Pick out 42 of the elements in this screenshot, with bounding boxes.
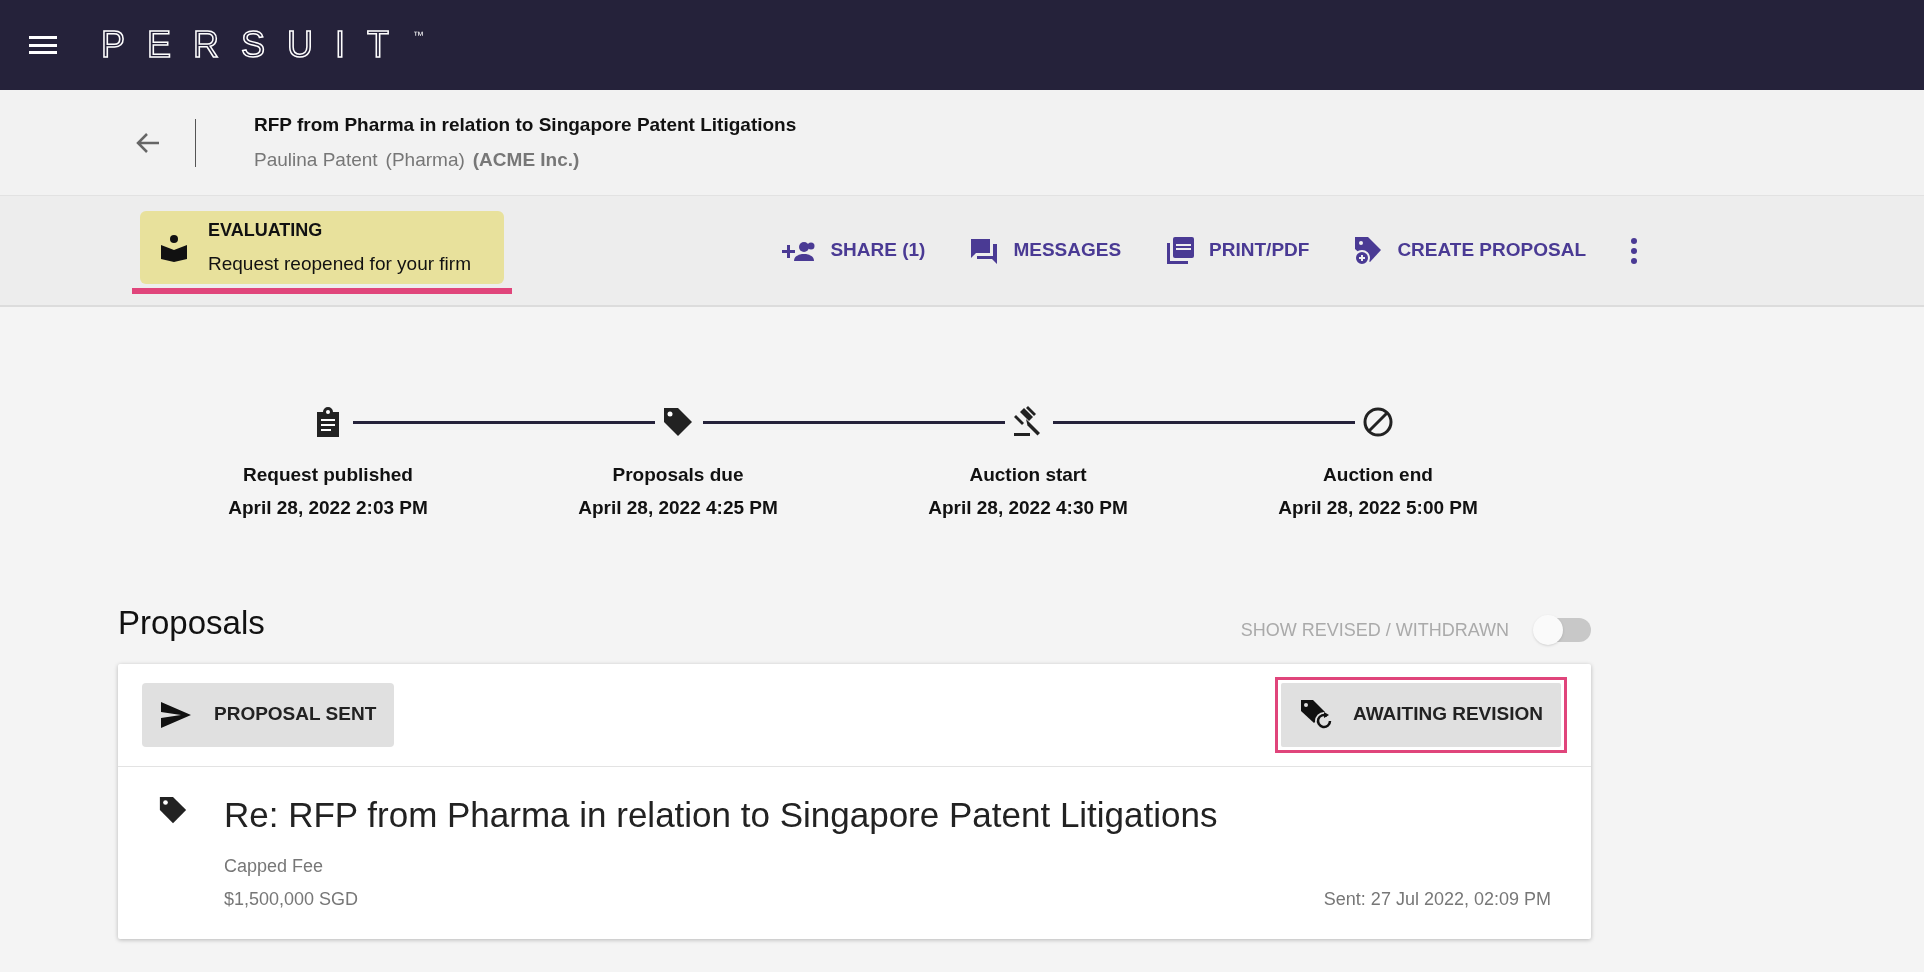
chat-icon [969,236,1000,265]
pdf-icon [1165,235,1196,266]
menu-icon[interactable] [29,35,57,55]
status-detail: Request reopened for your firm [208,251,471,276]
proposal-sent-badge: PROPOSAL SENT [142,682,395,747]
fee-type: Capped Fee [224,855,325,878]
trademark: ™ [413,28,425,43]
share-action[interactable]: SHARE (1) [780,236,926,265]
tag-icon [662,406,694,438]
milestone-date: April 28, 2022 5:00 PM [1278,495,1478,520]
proposal-title[interactable]: Re: RFP from Pharma in relation to Singapore Patent Litigations [224,788,1551,841]
tag-plus-icon [1353,234,1384,267]
logo: PERSUIT [101,27,412,63]
clipboard-icon [315,407,341,437]
milestone-date: April 28, 2022 4:30 PM [928,495,1128,520]
milestone-label: Auction end [1323,463,1433,487]
create-action[interactable]: CREATE PROPOSAL [1353,234,1586,267]
milestone-date: April 28, 2022 4:25 PM [578,495,778,520]
section-heading: Proposals [118,603,265,643]
milestone-label: Request published [243,463,413,487]
status-label: EVALUATING [208,218,324,242]
milestone-label: Auction start [969,463,1087,487]
request-title: RFP from Pharma in relation to Singapore Patent Litigations [254,113,797,137]
milestone-date: April 28, 2022 2:03 PM [228,495,428,520]
tag-icon [158,794,188,825]
messages-action[interactable]: MESSAGES [969,236,1122,265]
send-icon [160,700,192,729]
reader-icon [160,233,188,262]
tag-refresh-icon [1298,697,1335,732]
requester-name: Paulina Patent [254,147,378,172]
requester-org: (Pharma) [385,147,465,172]
fee-amount: $1,500,000 SGD [224,888,359,911]
revised-toggle[interactable] [1535,618,1591,642]
awaiting-revision-badge: AWAITING REVISION [1280,682,1561,747]
print-action[interactable]: PRINT/PDF [1165,235,1310,266]
toggle-label: SHOW REVISED / WITHDRAWN [1240,618,1509,642]
firm-name: (ACME Inc.) [472,147,580,172]
prohibited-icon [1362,406,1394,438]
back-arrow-icon[interactable] [135,130,161,155]
milestone-label: Proposals due [612,463,744,487]
more-icon[interactable] [1630,237,1638,264]
sent-date: Sent: 27 Jul 2022, 02:09 PM [1323,888,1551,911]
